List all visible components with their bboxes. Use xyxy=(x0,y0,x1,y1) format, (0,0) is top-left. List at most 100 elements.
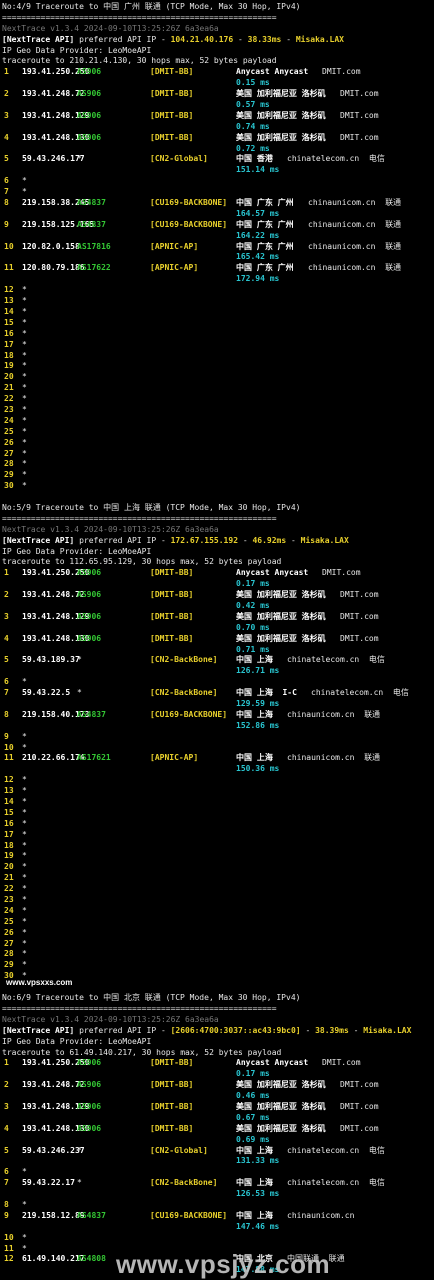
hop-timeout: * xyxy=(22,873,27,883)
hop-number: 24 xyxy=(4,415,14,425)
hop-tag: [DMIT-BB] xyxy=(150,1123,194,1133)
hop-number: 19 xyxy=(4,361,14,371)
hop-number: 10 xyxy=(4,241,14,251)
target-line: traceroute to 210.21.4.130, 30 hops max,… xyxy=(0,56,434,67)
hop-row: 7 59.43.22.17 * [CN2-BackBone] 中国 上海 chinatel… xyxy=(0,1178,434,1189)
hop-latency: 147.46 ms xyxy=(236,1221,280,1231)
hop-latency-row: 165.42 ms xyxy=(0,252,434,263)
api-sep: - xyxy=(300,1025,316,1035)
hop-row: 11 210.22.66.174 AS17621 [APNIC-AP] 中国 上海 chi… xyxy=(0,753,434,764)
version-line: NextTrace v1.3.4 2024-09-10T13:25:26Z 6a… xyxy=(0,24,434,35)
hop-row: 13 * xyxy=(0,296,434,307)
hop-number: 29 xyxy=(4,470,14,480)
hop-timeout: * xyxy=(22,1167,27,1177)
hop-row: 19 * xyxy=(0,361,434,372)
hop-tag: [CN2-BackBone] xyxy=(150,655,218,665)
hop-timeout: * xyxy=(22,862,27,872)
hop-ip: 61.49.140.217 xyxy=(22,1254,85,1264)
hop-latency-row: 164.22 ms xyxy=(0,231,434,242)
api-node: Misaka.LAX xyxy=(295,34,344,44)
hop-asn: AS906 xyxy=(77,89,102,99)
hop-number: 22 xyxy=(4,884,14,894)
hop-latency-row: 0.71 ms xyxy=(0,645,434,656)
hop-row: 9 * xyxy=(0,732,434,743)
hop-tag: [CU169-BACKBONE] xyxy=(150,198,228,208)
hop-isp: chinatelecom.cn 电信 xyxy=(311,688,409,698)
hop-row: 1 193.41.250.250 AS906 [DMIT-BB] Anycast Any… xyxy=(0,568,434,579)
hop-number: 18 xyxy=(4,840,14,850)
hop-tag: [CN2-Global] xyxy=(150,1145,208,1155)
hop-latency: 0.74 ms xyxy=(236,121,270,131)
hop-isp: DMIT.com xyxy=(340,132,379,142)
traceroute-target: traceroute to 210.21.4.130, 30 hops max,… xyxy=(2,56,277,66)
hop-number: 2 xyxy=(4,590,9,600)
hop-number: 19 xyxy=(4,851,14,861)
hop-timeout: * xyxy=(22,938,27,948)
hop-number: 5 xyxy=(4,154,9,164)
hop-number: 9 xyxy=(4,219,9,229)
version-line: NextTrace v1.3.4 2024-09-10T13:25:26Z 6a… xyxy=(0,1015,434,1026)
api-prefix: [NextTrace API] xyxy=(2,535,75,545)
hop-geo: 中国 上海 xyxy=(236,1145,273,1155)
hop-latency: 164.22 ms xyxy=(236,230,280,240)
hop-row: 12 * xyxy=(0,285,434,296)
hop-timeout: * xyxy=(22,350,27,360)
hop-number: 8 xyxy=(4,709,9,719)
hop-row: 3 193.41.248.129 AS906 [DMIT-BB] 美国 加利福尼亚 洛杉… xyxy=(0,612,434,623)
hop-latency: 0.72 ms xyxy=(236,143,270,153)
hop-latency: 150.36 ms xyxy=(236,764,280,774)
hop-isp: chinaunicom.cn xyxy=(287,1210,355,1220)
hop-isp: DMIT.com xyxy=(340,590,379,600)
hop-isp: chinaunicom.cn 联通 xyxy=(308,263,402,273)
hop-isp: chinatelecom.cn 电信 xyxy=(287,154,385,164)
hop-timeout: * xyxy=(22,383,27,393)
hop-row: 25 * xyxy=(0,427,434,438)
hop-latency-row: 152.86 ms xyxy=(0,721,434,732)
api-latency: 38.33ms xyxy=(247,34,282,44)
hop-number: 17 xyxy=(4,339,14,349)
hop-row: 18 * xyxy=(0,841,434,852)
hop-row: 1 193.41.250.250 AS906 [DMIT-BB] Anycast Any… xyxy=(0,67,434,78)
hop-tag: [CN2-Global] xyxy=(150,154,208,164)
hop-tag: [DMIT-BB] xyxy=(150,633,194,643)
hop-tag: [CU169-BACKBONE] xyxy=(150,709,228,719)
hop-row: 22 * xyxy=(0,394,434,405)
hop-ip: 120.80.79.186 xyxy=(22,263,85,273)
hop-isp: DMIT.com xyxy=(340,611,379,621)
hop-number: 22 xyxy=(4,394,14,404)
hop-row: 29 * xyxy=(0,960,434,971)
api-latency: 46.92ms xyxy=(252,535,287,545)
hop-number: 28 xyxy=(4,949,14,959)
hop-geo: 中国 上海 xyxy=(236,1210,273,1220)
hop-latency: 0.15 ms xyxy=(236,78,270,88)
hop-number: 7 xyxy=(4,187,9,197)
hop-asn: AS4837 xyxy=(77,709,106,719)
hop-row: 14 * xyxy=(0,797,434,808)
hop-number: 30 xyxy=(4,481,14,491)
hop-timeout: * xyxy=(22,394,27,404)
hop-geo: 中国 广东 广州 xyxy=(236,219,294,229)
hop-number: 13 xyxy=(4,296,14,306)
hop-timeout: * xyxy=(22,437,27,447)
api-latency: 38.39ms xyxy=(315,1025,349,1035)
hop-timeout: * xyxy=(22,459,27,469)
hop-number: 28 xyxy=(4,459,14,469)
hop-latency: 164.57 ms xyxy=(236,208,280,218)
hop-number: 11 xyxy=(4,1243,14,1253)
hop-row: 26 * xyxy=(0,928,434,939)
hop-isp: chinaunicom.cn 联通 xyxy=(287,753,381,763)
hop-timeout: * xyxy=(22,328,27,338)
block-header: No:6/9 Traceroute to 中国 北京 联通 (TCP Mode,… xyxy=(0,993,434,1004)
version-line: NextTrace v1.3.4 2024-09-10T13:25:26Z 6a… xyxy=(0,525,434,536)
hop-row: 10 * xyxy=(0,1233,434,1244)
version-text: NextTrace v1.3.4 2024-09-10T13:25:26Z 6a… xyxy=(2,1014,219,1024)
hop-geo: 中国 上海 xyxy=(236,1178,273,1188)
hop-row: 7 59.43.22.5 * [CN2-BackBone] 中国 上海 I-C china… xyxy=(0,688,434,699)
hop-latency: 0.42 ms xyxy=(236,600,270,610)
hop-timeout: * xyxy=(22,361,27,371)
hop-number: 26 xyxy=(4,927,14,937)
hop-latency-row: 0.15 ms xyxy=(0,78,434,89)
hop-asn: * xyxy=(77,655,82,665)
hop-row: 6 * xyxy=(0,176,434,187)
hop-geo: 美国 加利福尼亚 洛杉矶 xyxy=(236,1101,326,1111)
